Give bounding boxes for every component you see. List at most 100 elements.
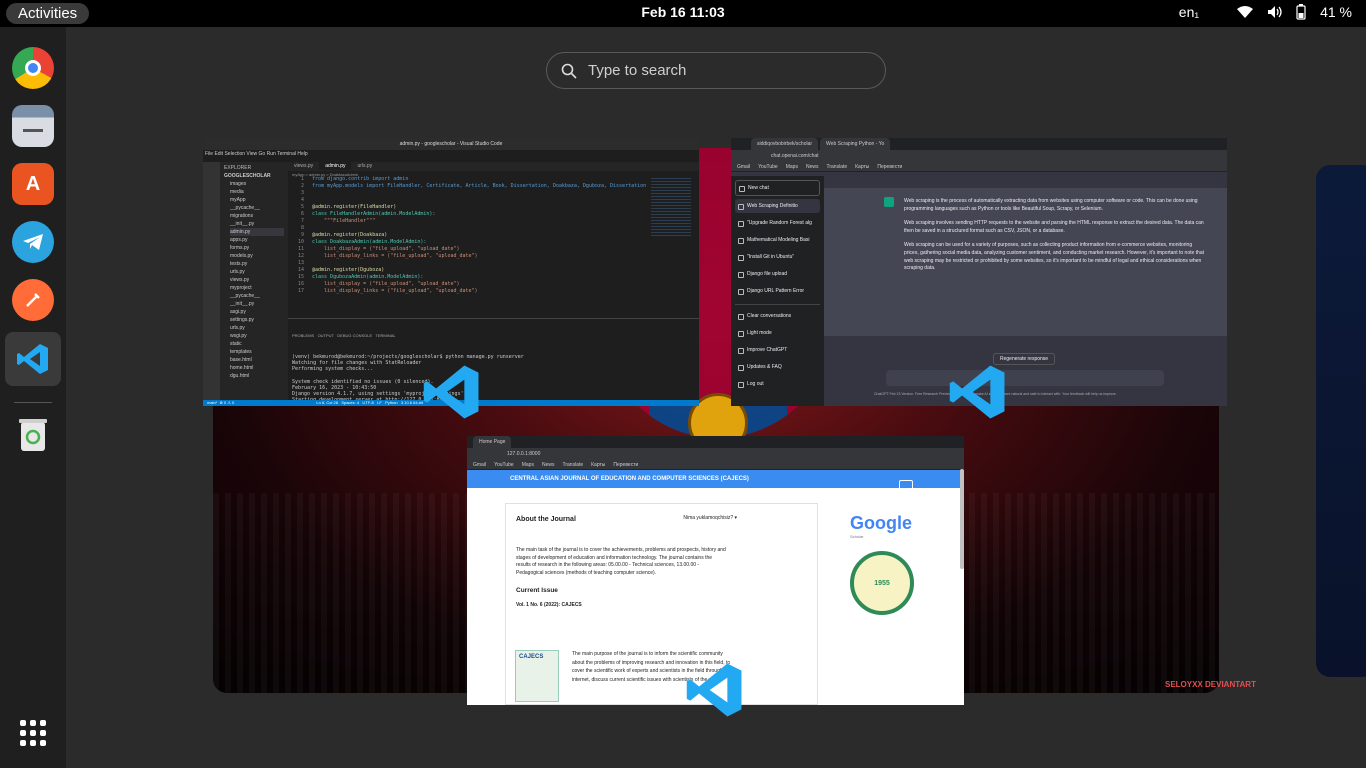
- sidebar-menu-item[interactable]: Light mode: [735, 326, 820, 340]
- file-tree-item[interactable]: static: [230, 340, 284, 348]
- activity-bar[interactable]: [203, 162, 220, 406]
- terminal-panel[interactable]: PROBLEMS OUTPUT DEBUG CONSOLE TERMINAL (…: [288, 318, 699, 406]
- file-tree-item[interactable]: __init__.py: [230, 300, 284, 308]
- bookmark-item[interactable]: Перевести: [877, 164, 902, 170]
- bookmark-item[interactable]: Translate: [826, 164, 847, 170]
- chrome-icon[interactable]: [12, 47, 54, 89]
- language-dropdown[interactable]: Nima yuklamoqchisiz? ▾: [683, 515, 737, 522]
- file-tree-item[interactable]: dgu.html: [230, 372, 284, 380]
- search-input[interactable]: Type to search: [546, 52, 886, 89]
- file-tree-item[interactable]: home.html: [230, 364, 284, 372]
- code-line[interactable]: 15 class DgubozaAdmin(admin.ModelAdmin):: [288, 274, 648, 281]
- system-tray[interactable]: en₁ 41 %: [1179, 4, 1352, 20]
- code-line[interactable]: 17 list_display_links = ("file_upload", …: [288, 288, 648, 295]
- new-chat-button[interactable]: New chat: [735, 180, 820, 196]
- file-tree-item[interactable]: views.py: [230, 276, 284, 284]
- address-bar[interactable]: 127.0.0.1:8000: [467, 448, 964, 460]
- bookmarks-bar[interactable]: Gmail YouTube Maps News Translate Карты Переве…: [731, 162, 1227, 172]
- file-tree-item[interactable]: __init__.py: [230, 220, 284, 228]
- file-tree-item[interactable]: migrations: [230, 212, 284, 220]
- bookmark-item[interactable]: News: [542, 462, 555, 468]
- bookmark-item[interactable]: Gmail: [737, 164, 750, 170]
- chat-history-item[interactable]: Web Scraping Definitio: [735, 199, 820, 213]
- tab-home[interactable]: Home Page: [473, 436, 512, 448]
- file-tree-item[interactable]: templates: [230, 348, 284, 356]
- chat-sidebar[interactable]: New chat Web Scraping Definitio "Upgrade …: [731, 176, 824, 406]
- bookmark-item[interactable]: Перевести: [613, 462, 638, 468]
- file-tree-item[interactable]: asgi.py: [230, 308, 284, 316]
- file-tree-item[interactable]: myproject: [230, 284, 284, 292]
- bookmark-item[interactable]: YouTube: [758, 164, 778, 170]
- code-line[interactable]: 6 class FileHandlerAdmin(admin.ModelAdmin…: [288, 211, 648, 218]
- sidebar-menu-item[interactable]: Clear conversations: [735, 309, 820, 323]
- chat-input[interactable]: [886, 370, 1164, 386]
- file-tree-item[interactable]: urls.py: [230, 268, 284, 276]
- browser-tabs[interactable]: Home Page: [467, 436, 964, 448]
- code-line[interactable]: 3: [288, 190, 648, 197]
- code-line[interactable]: 7 """FileHandler""": [288, 218, 648, 225]
- bookmark-item[interactable]: Gmail: [473, 462, 486, 468]
- file-tree-item[interactable]: urls.py: [230, 324, 284, 332]
- bookmark-item[interactable]: YouTube: [494, 462, 514, 468]
- trash-icon[interactable]: [12, 413, 54, 455]
- code-line[interactable]: 13: [288, 260, 648, 267]
- code-line[interactable]: 10 class DoakbazaAdmin(admin.ModelAdmin):: [288, 239, 648, 246]
- code-line[interactable]: 11 list_display = ("file_upload", "uploa…: [288, 246, 648, 253]
- sidebar-menu-item[interactable]: Updates & FAQ: [735, 360, 820, 374]
- terminal-output[interactable]: (venv) bekmurod@bekmurod:~/projects/goog…: [292, 354, 695, 406]
- vscode-icon[interactable]: [12, 338, 54, 380]
- sidebar-menu-item[interactable]: Log out: [735, 377, 820, 391]
- file-tree-item[interactable]: base.html: [230, 356, 284, 364]
- site-header[interactable]: CENTRAL ASIAN JOURNAL OF EDUCATION AND C…: [467, 470, 964, 488]
- tab-admin[interactable]: admin.py: [319, 162, 352, 170]
- chat-history-item[interactable]: Django URL Pattern Error: [735, 284, 820, 298]
- file-tree-item[interactable]: apps.py: [230, 236, 284, 244]
- scrollbar[interactable]: [960, 469, 964, 569]
- file-tree-item[interactable]: models.py: [230, 252, 284, 260]
- bookmark-item[interactable]: Translate: [562, 462, 583, 468]
- chat-history-item[interactable]: Django file upload: [735, 267, 820, 281]
- file-tree-item[interactable]: myApp: [230, 196, 284, 204]
- url-text[interactable]: 127.0.0.1:8000: [507, 451, 540, 457]
- file-tree-item[interactable]: wsgi.py: [230, 332, 284, 340]
- address-bar[interactable]: chat.openai.com/chat: [731, 150, 1227, 162]
- code-line[interactable]: 4: [288, 197, 648, 204]
- code-line[interactable]: 12 list_display_links = ("file_upload", …: [288, 253, 648, 260]
- code-editor[interactable]: 1 from django.contrib import admin 2 from m…: [288, 176, 648, 295]
- files-icon[interactable]: [12, 105, 54, 147]
- bookmark-item[interactable]: Карты: [591, 462, 605, 468]
- code-line[interactable]: 5 @admin.register(FileHandler): [288, 204, 648, 211]
- hamburger-icon[interactable]: [899, 480, 913, 490]
- telegram-icon[interactable]: [12, 221, 54, 263]
- file-tree-item[interactable]: tests.py: [230, 260, 284, 268]
- wifi-icon[interactable]: [1237, 5, 1254, 19]
- chat-history-item[interactable]: "Install Git in Ubuntu": [735, 250, 820, 264]
- bookmark-item[interactable]: Maps: [786, 164, 798, 170]
- file-tree-item[interactable]: __pycache__: [230, 204, 284, 212]
- browser-tabs[interactable]: siddiqovbobirbek/scholar Web Scraping Pyt…: [731, 138, 1227, 150]
- url-text[interactable]: chat.openai.com/chat: [771, 153, 819, 159]
- bookmark-item[interactable]: News: [806, 164, 819, 170]
- code-line[interactable]: 8: [288, 225, 648, 232]
- minimap[interactable]: [651, 178, 691, 238]
- code-line[interactable]: 1 from django.contrib import admin: [288, 176, 648, 183]
- bookmark-item[interactable]: Карты: [855, 164, 869, 170]
- bookmark-item[interactable]: Maps: [522, 462, 534, 468]
- explorer-sidebar[interactable]: EXPLORER GOOGLESCHOLAR images media myApp _…: [220, 162, 288, 400]
- clock[interactable]: Feb 16 11:03: [0, 4, 1366, 20]
- battery-icon[interactable]: [1296, 4, 1306, 20]
- file-tree-item[interactable]: images: [230, 180, 284, 188]
- software-icon[interactable]: A: [12, 163, 54, 205]
- postman-icon[interactable]: [12, 279, 54, 321]
- code-line[interactable]: 2 from myApp.models import FileHandler, C…: [288, 183, 648, 190]
- apps-grid-icon[interactable]: [20, 720, 46, 746]
- tab-github[interactable]: siddiqovbobirbek/scholar: [751, 138, 819, 150]
- code-line[interactable]: 16 list_display = ("file_upload", "uploa…: [288, 281, 648, 288]
- file-tree-item[interactable]: forms.py: [230, 244, 284, 252]
- tab-views[interactable]: views.py: [288, 162, 319, 170]
- google-scholar-logo[interactable]: Google Scholar: [850, 513, 912, 539]
- bookmarks-bar[interactable]: Gmail YouTube Maps News Translate Карты Переве…: [467, 460, 964, 470]
- code-line[interactable]: 9 @admin.register(Doakbaza): [288, 232, 648, 239]
- sidebar-menu-item[interactable]: Improve ChatGPT: [735, 343, 820, 357]
- editor-tabs[interactable]: views.py admin.py urls.py: [288, 162, 699, 171]
